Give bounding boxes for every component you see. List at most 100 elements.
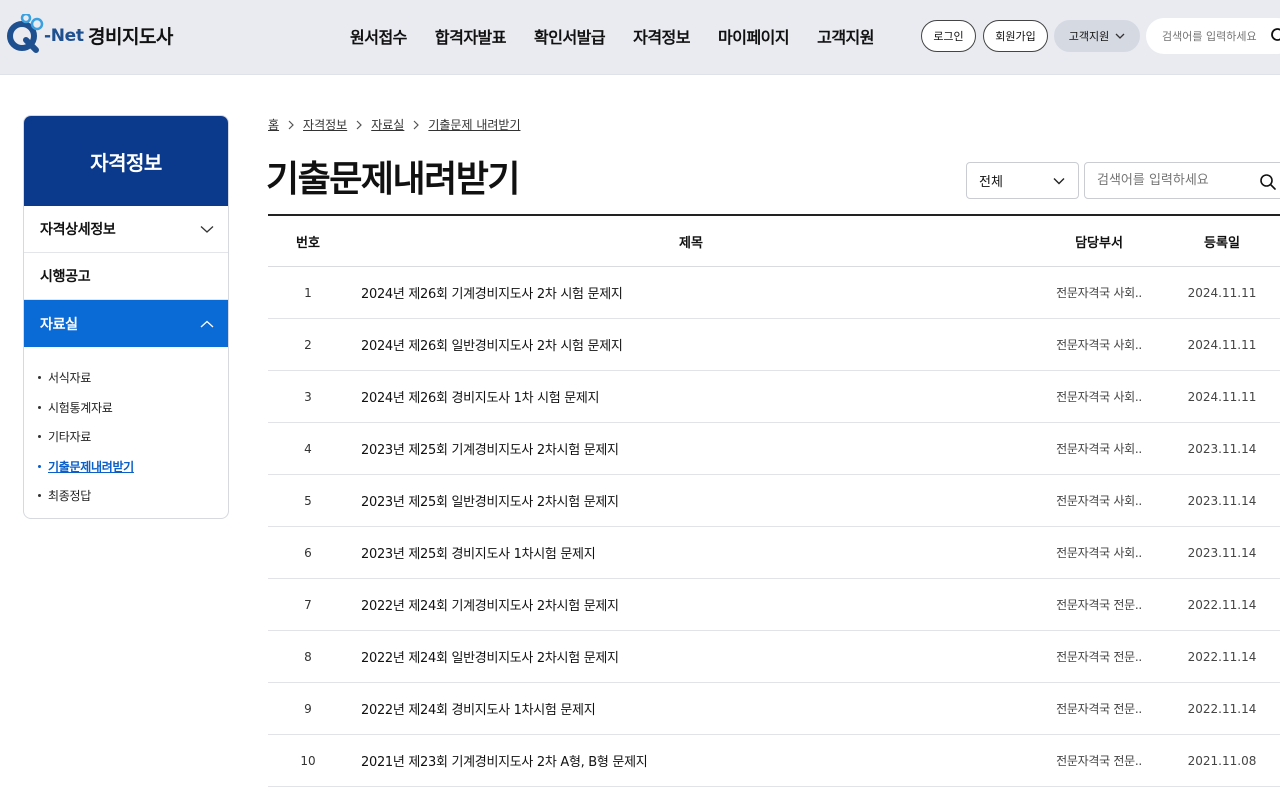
header-title: 제목 xyxy=(679,235,703,251)
nav-customer-support[interactable]: 고객지원 xyxy=(803,24,888,48)
bullet-icon xyxy=(38,494,41,498)
table-row[interactable]: 1 2024년 제26회 기계경비지도사 2차 시험 문제지 전문자격국 사회.. 2… xyxy=(268,267,1280,319)
row-number: 10 xyxy=(300,753,316,768)
login-button[interactable]: 로그인 xyxy=(921,20,976,52)
breadcrumb-home[interactable]: 홈 xyxy=(268,116,279,133)
breadcrumb: 홈 자격정보 자료실 기출문제 내려받기 xyxy=(268,116,520,133)
row-date: 2023.11.14 xyxy=(1187,545,1257,560)
submenu-final-answers[interactable]: 최종정답 xyxy=(38,481,228,511)
search-icon[interactable] xyxy=(1259,173,1277,191)
submenu-past-exams[interactable]: 기출문제내려받기 xyxy=(38,452,228,482)
bullet-icon xyxy=(38,405,41,409)
sidebar-item-label: 자료실 xyxy=(40,316,78,333)
sidebar-submenu: 서식자료 시험통계자료 기타자료 기출문제내려받기 최종정답 xyxy=(24,347,228,511)
category-select-value: 전체 xyxy=(979,175,1003,190)
submenu-etc[interactable]: 기타자료 xyxy=(38,422,228,452)
chevron-down-icon xyxy=(200,226,214,233)
row-department: 전문자격국 사회.. xyxy=(1056,494,1142,508)
row-date: 2021.11.08 xyxy=(1187,753,1257,768)
row-title-link[interactable]: 2023년 제25회 기계경비지도사 2차시험 문제지 xyxy=(348,439,1034,458)
submenu-label: 서식자료 xyxy=(48,371,91,386)
list-search-input[interactable] xyxy=(1097,173,1247,188)
breadcrumb-archive[interactable]: 자료실 xyxy=(371,116,404,133)
row-number: 7 xyxy=(304,597,312,612)
header-date: 등록일 xyxy=(1204,235,1240,251)
join-button[interactable]: 회원가입 xyxy=(983,20,1048,52)
row-title-link[interactable]: 2024년 제26회 경비지도사 1차 시험 문제지 xyxy=(348,387,1034,406)
row-number: 1 xyxy=(304,285,312,300)
category-select[interactable]: 전체 xyxy=(966,162,1079,199)
table-row[interactable]: 7 2022년 제24회 기계경비지도사 2차시험 문제지 전문자격국 전문.. 20… xyxy=(268,579,1280,631)
table-row[interactable]: 5 2023년 제25회 일반경비지도사 2차시험 문제지 전문자격국 사회.. 20… xyxy=(268,475,1280,527)
nav-qualification-info[interactable]: 자격정보 xyxy=(619,24,704,48)
submenu-exam-statistics[interactable]: 시험통계자료 xyxy=(38,393,228,423)
nav-certificate[interactable]: 확인서발급 xyxy=(520,24,619,48)
row-title-link[interactable]: 2024년 제26회 기계경비지도사 2차 시험 문제지 xyxy=(348,283,1034,302)
bullet-icon xyxy=(38,435,41,439)
row-department: 전문자격국 사회.. xyxy=(1056,546,1142,560)
row-date: 2022.11.14 xyxy=(1187,701,1257,716)
row-number: 8 xyxy=(304,649,312,664)
nav-mypage[interactable]: 마이페이지 xyxy=(704,24,803,48)
site-header: -Net 경비지도사 원서접수 합격자발표 확인서발급 자격정보 마이페이지 고… xyxy=(0,0,1280,75)
sidebar-item-exam-notice[interactable]: 시행공고 xyxy=(24,253,228,300)
site-title: 경비지도사 xyxy=(88,26,173,48)
breadcrumb-current[interactable]: 기출문제 내려받기 xyxy=(428,116,520,133)
row-title-link[interactable]: 2023년 제25회 경비지도사 1차시험 문제지 xyxy=(348,543,1034,562)
table-header: 번호 제목 담당부서 등록일 xyxy=(268,216,1280,267)
chevron-down-icon xyxy=(1053,177,1065,184)
table-row[interactable]: 4 2023년 제25회 기계경비지도사 2차시험 문제지 전문자격국 사회.. 20… xyxy=(268,423,1280,475)
nav-application[interactable]: 원서접수 xyxy=(336,24,421,48)
submenu-forms[interactable]: 서식자료 xyxy=(38,363,228,393)
chevron-down-icon xyxy=(1115,33,1125,39)
header-search-input[interactable] xyxy=(1162,29,1280,43)
bullet-icon xyxy=(38,376,41,380)
row-department: 전문자격국 전문.. xyxy=(1056,598,1142,612)
row-title-link[interactable]: 2024년 제26회 일반경비지도사 2차 시험 문제지 xyxy=(348,335,1034,354)
table-row[interactable]: 8 2022년 제24회 일반경비지도사 2차시험 문제지 전문자격국 전문.. 20… xyxy=(268,631,1280,683)
row-date: 2022.11.14 xyxy=(1187,649,1257,664)
header-no: 번호 xyxy=(296,235,320,251)
top-navigation: 원서접수 합격자발표 확인서발급 자격정보 마이페이지 고객지원 xyxy=(336,24,888,48)
customer-support-label: 고객지원 xyxy=(1068,30,1110,43)
row-title-link[interactable]: 2023년 제25회 일반경비지도사 2차시험 문제지 xyxy=(348,491,1034,510)
qnet-logo-icon xyxy=(7,14,44,53)
sidebar-title: 자격정보 xyxy=(24,116,228,206)
breadcrumb-qualification-info[interactable]: 자격정보 xyxy=(303,116,347,133)
row-department: 전문자격국 전문.. xyxy=(1056,650,1142,664)
row-department: 전문자격국 전문.. xyxy=(1056,754,1142,768)
search-icon[interactable] xyxy=(1270,27,1280,45)
row-title-link[interactable]: 2022년 제24회 기계경비지도사 2차시험 문제지 xyxy=(348,595,1034,614)
sidebar-item-archive[interactable]: 자료실 xyxy=(24,300,228,347)
header-search xyxy=(1146,18,1280,54)
page-title: 기출문제내려받기 xyxy=(266,159,520,200)
table-row[interactable]: 2 2024년 제26회 일반경비지도사 2차 시험 문제지 전문자격국 사회.. 2… xyxy=(268,319,1280,371)
row-title-link[interactable]: 2022년 제24회 일반경비지도사 2차시험 문제지 xyxy=(348,647,1034,666)
row-number: 2 xyxy=(304,337,312,352)
customer-support-dropdown[interactable]: 고객지원 xyxy=(1054,20,1140,52)
row-number: 6 xyxy=(304,545,312,560)
row-title-link[interactable]: 2022년 제24회 경비지도사 1차시험 문제지 xyxy=(348,699,1034,718)
row-number: 4 xyxy=(304,441,312,456)
row-date: 2024.11.11 xyxy=(1187,285,1257,300)
exam-list-table: 번호 제목 담당부서 등록일 1 2024년 제26회 기계경비지도사 2차 시험… xyxy=(268,214,1280,787)
row-number: 9 xyxy=(304,701,312,716)
table-row[interactable]: 10 2021년 제23회 기계경비지도사 2차 A형, B형 문제지 전문자격국 … xyxy=(268,735,1280,787)
qnet-logo[interactable]: -Net 경비지도사 xyxy=(6,2,176,54)
row-number: 5 xyxy=(304,493,312,508)
table-row[interactable]: 6 2023년 제25회 경비지도사 1차시험 문제지 전문자격국 사회.. 2023… xyxy=(268,527,1280,579)
table-row[interactable]: 3 2024년 제26회 경비지도사 1차 시험 문제지 전문자격국 사회.. 202… xyxy=(268,371,1280,423)
sidebar: 자격정보 자격상세정보 시행공고 자료실 서식자료 시험통계자료 기타자료 기출… xyxy=(23,115,229,519)
row-number: 3 xyxy=(304,389,312,404)
nav-results[interactable]: 합격자발표 xyxy=(421,24,520,48)
row-department: 전문자격국 사회.. xyxy=(1056,338,1142,352)
row-title-link[interactable]: 2021년 제23회 기계경비지도사 2차 A형, B형 문제지 xyxy=(348,751,1034,770)
sidebar-item-label: 시행공고 xyxy=(40,269,91,285)
submenu-label: 기타자료 xyxy=(48,430,91,445)
list-search xyxy=(1084,162,1280,199)
sidebar-item-qualification-detail[interactable]: 자격상세정보 xyxy=(24,206,228,253)
table-row[interactable]: 9 2022년 제24회 경비지도사 1차시험 문제지 전문자격국 전문.. 2022… xyxy=(268,683,1280,735)
row-department: 전문자격국 사회.. xyxy=(1056,390,1142,404)
chevron-right-icon xyxy=(356,120,363,129)
chevron-right-icon xyxy=(413,120,420,129)
